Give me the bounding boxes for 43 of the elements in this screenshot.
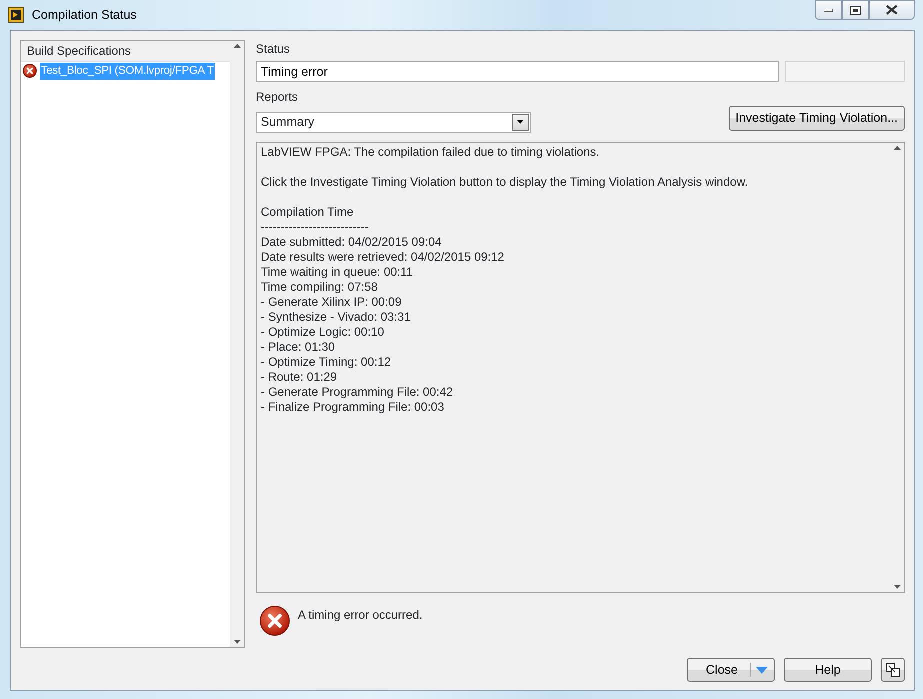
app-icon (8, 7, 24, 23)
report-line: - Optimize Logic: 00:10 (261, 324, 386, 340)
minimize-button[interactable] (815, 0, 842, 20)
report-line: Time waiting in queue: 00:11 (261, 264, 414, 280)
report-line: Click the Investigate Timing Violation button to display the Timing Violation Analysis window. (261, 174, 750, 190)
report-line: - Generate Programming File: 00:42 (261, 384, 454, 400)
minimize-icon (824, 8, 833, 12)
scroll-up-icon (894, 146, 900, 150)
report-line: Date results were retrieved: 04/02/2015 09:12 (261, 250, 506, 265)
report-line: Compilation Time (261, 204, 355, 220)
caret-icon (517, 120, 524, 124)
report-line: - Generate Xilinx IP: 00:09 (261, 294, 403, 310)
close-window-button[interactable] (869, 0, 915, 20)
windows-icon (886, 663, 900, 677)
help-button[interactable]: Help (784, 658, 872, 682)
report-line: Time compiling: 07:58 (261, 280, 379, 295)
maximize-icon (850, 6, 861, 14)
report-line: - Synthesize - Vivado: 03:31 (261, 310, 412, 325)
dropdown-arrow-icon (756, 666, 768, 674)
message-text: A timing error occurred. (298, 607, 423, 624)
field-label: Reports (256, 89, 300, 106)
scroll-down-icon (894, 585, 900, 589)
list-header: Build Specifications (21, 41, 230, 62)
status-field[interactable]: Timing error (256, 61, 779, 82)
report-line: LabVIEW FPGA: The compilation failed due to timing violations. (261, 144, 601, 160)
report-line: - Finalize Programming File: 00:03 (261, 400, 446, 415)
report-line: - Route: 01:29 (261, 370, 338, 385)
investigate-button[interactable]: Investigate Timing Violation... (728, 106, 905, 131)
report-line: --------------------------- (261, 220, 370, 235)
maximize-button[interactable] (842, 0, 869, 20)
scroll-up-icon (234, 44, 240, 48)
report-line: Date submitted: 04/02/2015 09:04 (261, 234, 443, 250)
reports-dropdown[interactable]: Summary (256, 112, 531, 133)
window-title: Compilation Status (32, 6, 137, 24)
field-label: Status (256, 41, 292, 58)
close-button[interactable]: Close (687, 658, 775, 682)
window-switch-button[interactable] (881, 658, 905, 682)
close-icon (886, 5, 898, 15)
error-icon (260, 606, 290, 636)
scroll-down-icon (234, 640, 240, 644)
report-line: - Place: 01:30 (261, 340, 336, 355)
report-line: - Optimize Timing: 00:12 (261, 354, 392, 370)
error-icon (23, 64, 37, 78)
